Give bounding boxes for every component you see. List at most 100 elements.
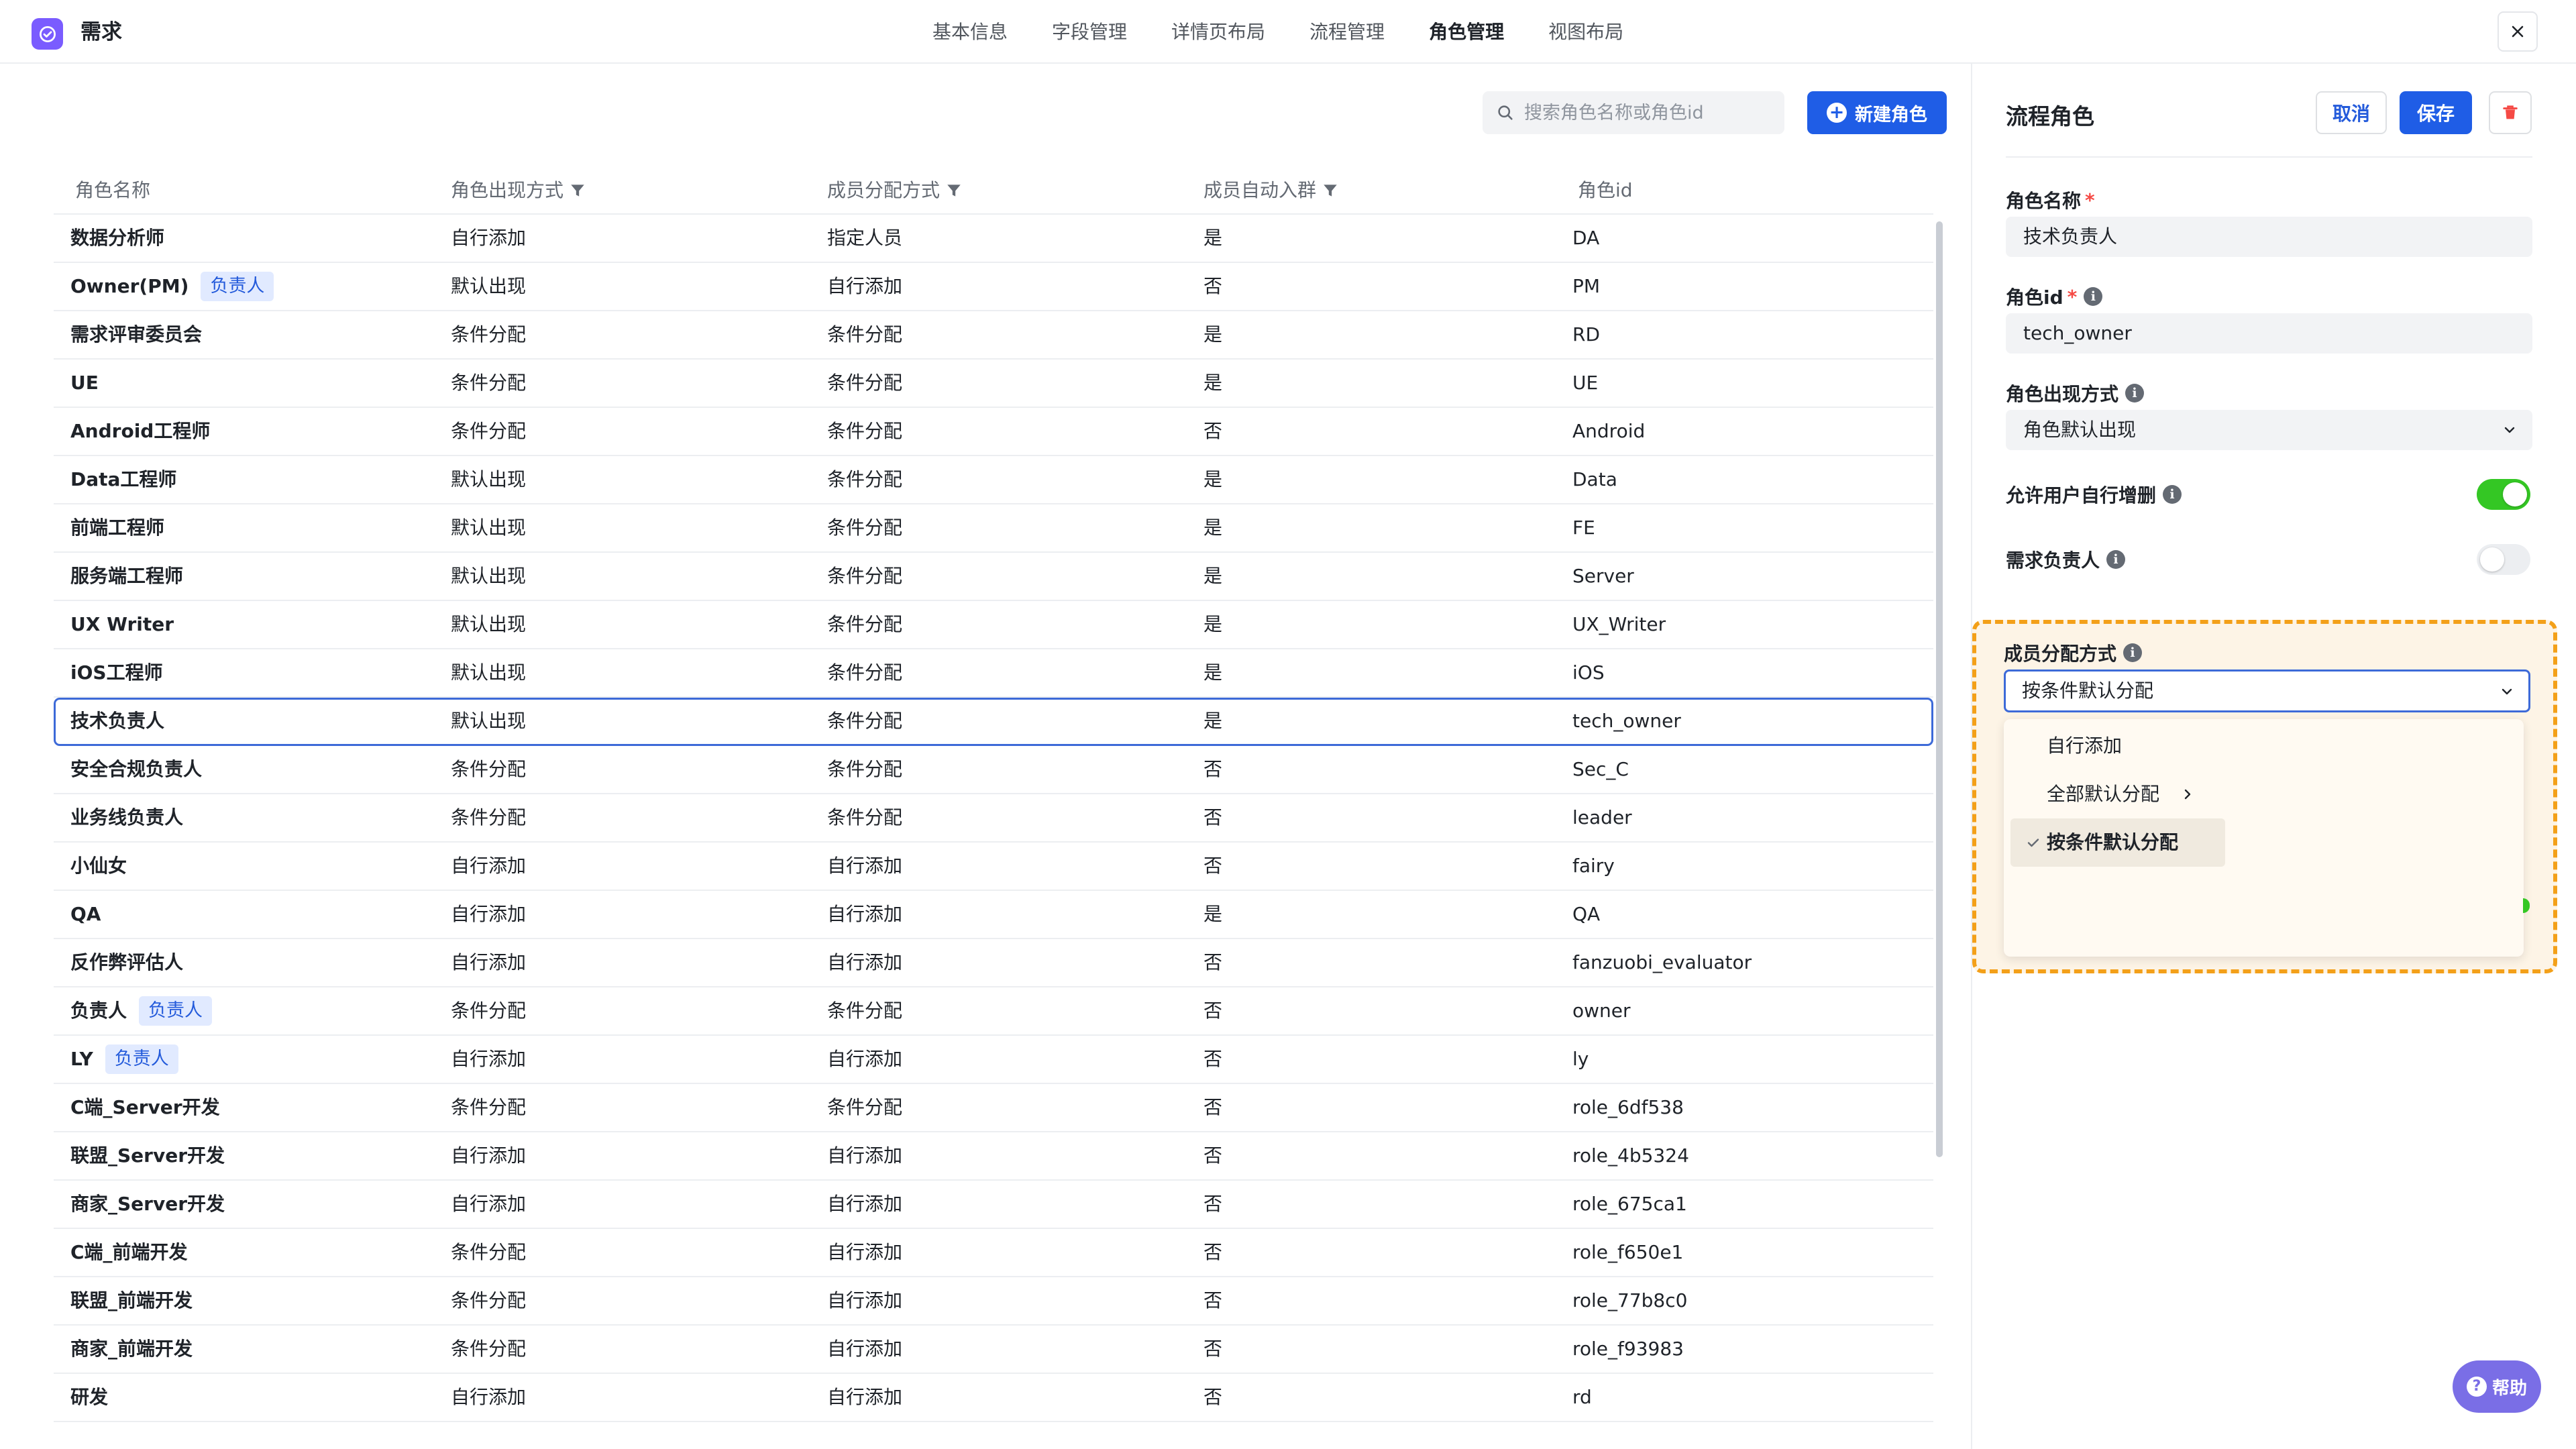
auto-join-cell: 否 (1203, 951, 1223, 973)
req-owner-toggle[interactable] (2477, 544, 2530, 575)
tab-process-management[interactable]: 流程管理 (1309, 0, 1385, 64)
role-id-field[interactable]: tech_owner (2006, 313, 2532, 354)
info-icon[interactable]: i (2084, 287, 2103, 306)
role-id-cell: iOS (1572, 661, 1605, 684)
table-body: 数据分析师 自行添加 指定人员是 DA Owner(PM) 负责人 默认出现 自行添加否 PM 需… (54, 215, 1933, 1422)
role-id-cell: fairy (1572, 855, 1615, 877)
table-row[interactable]: 反作弊评估人 自行添加 自行添加 否 fanzuobi_evaluator (54, 939, 1933, 987)
assign-cell: 自行添加 (827, 1386, 903, 1408)
appear-cell: 条件分配 (451, 758, 527, 780)
table-row[interactable]: 技术负责人 默认出现 条件分配 是 tech_owner (54, 698, 1933, 746)
allow-edit-toggle[interactable] (2477, 479, 2530, 510)
tab-role-management[interactable]: 角色管理 (1429, 0, 1504, 64)
menu-item-all-default[interactable]: 全部默认分配 (2004, 770, 2191, 818)
table-row[interactable]: 需求评审委员会 条件分配 条件分配 是 RD (54, 311, 1933, 360)
appear-cell: 自行添加 (451, 903, 527, 925)
assign-mode-select[interactable]: 按条件默认分配 (2004, 669, 2530, 712)
auto-join-cell: 否 (1203, 1193, 1223, 1215)
menu-item-conditional[interactable]: 按条件默认分配 (2010, 818, 2225, 867)
role-name-cell: 商家_前端开发 (70, 1338, 193, 1360)
auto-join-cell: 否 (1203, 420, 1223, 442)
appear-cell: 默认出现 (451, 468, 527, 490)
assign-cell: 条件分配 (827, 468, 903, 490)
table-row[interactable]: Data工程师 默认出现 条件分配 是 Data (54, 456, 1933, 504)
table-row[interactable]: 负责人 负责人 条件分配 条件分配 否 owner (54, 987, 1933, 1036)
delete-button[interactable] (2489, 91, 2532, 134)
table-row[interactable]: 前端工程师 默认出现 条件分配 是 FE (54, 504, 1933, 553)
new-role-button[interactable]: + 新建角色 (1807, 91, 1947, 134)
table-row[interactable]: 服务端工程师 默认出现 条件分配 是 Server (54, 553, 1933, 601)
assign-cell: 条件分配 (827, 613, 903, 635)
auto-join-cell: 否 (1203, 1144, 1223, 1167)
role-id-cell: owner (1572, 1000, 1631, 1022)
role-name-label: 角色名称 * (2006, 189, 2095, 213)
role-id-label: 角色id * i (2006, 283, 2103, 310)
table-row[interactable]: UE 条件分配 条件分配 是 UE (54, 360, 1933, 408)
filter-icon[interactable] (1322, 182, 1339, 199)
appear-cell: 默认出现 (451, 275, 527, 297)
app-title: 需求 (80, 20, 122, 44)
table-row[interactable]: 商家_Server开发 自行添加 自行添加 否 role_675ca1 (54, 1181, 1933, 1229)
table-row[interactable]: LY 负责人 自行添加 自行添加 否 ly (54, 1036, 1933, 1084)
table-row[interactable]: 研发 自行添加 自行添加 否 rd (54, 1374, 1933, 1422)
table-row[interactable]: C端_Server开发 条件分配 条件分配 否 role_6df538 (54, 1084, 1933, 1132)
table-row[interactable]: 小仙女 自行添加 自行添加 否 fairy (54, 843, 1933, 891)
auto-join-cell: 是 (1203, 613, 1223, 635)
role-id-cell: role_675ca1 (1572, 1193, 1687, 1215)
filter-icon[interactable] (569, 182, 586, 199)
table-row[interactable]: QA 自行添加 自行添加 是 QA (54, 891, 1933, 939)
tab-view-layout[interactable]: 视图布局 (1548, 0, 1623, 64)
role-name-cell: Owner(PM) 负责人 (70, 263, 274, 310)
table-row[interactable]: 数据分析师 自行添加 指定人员 是 DA (54, 215, 1933, 263)
role-id-cell: fanzuobi_evaluator (1572, 951, 1752, 973)
top-bar: 需求 基本信息 字段管理 详情页布局 流程管理 角色管理 视图布局 (0, 0, 2576, 64)
table-row[interactable]: 业务线负责人 条件分配 条件分配 否 leader (54, 794, 1933, 843)
filter-icon[interactable] (945, 182, 963, 199)
auto-join-cell: 是 (1203, 227, 1223, 249)
close-button[interactable] (2498, 11, 2538, 52)
role-name-cell: C端_前端开发 (70, 1241, 188, 1263)
search-box[interactable] (1483, 91, 1784, 134)
assign-mode-menu: 自行添加 全部默认分配 按条件默认分配 (2004, 719, 2524, 957)
table-row[interactable]: 安全合规负责人 条件分配 条件分配 否 Sec_C (54, 746, 1933, 794)
table-row[interactable]: 联盟_前端开发 条件分配 自行添加 否 role_77b8c0 (54, 1277, 1933, 1326)
tab-basic-info[interactable]: 基本信息 (932, 0, 1008, 64)
role-name-field[interactable]: 技术负责人 (2006, 217, 2532, 257)
assign-cell: 条件分配 (827, 565, 903, 587)
help-button[interactable]: ? 帮助 (2453, 1360, 2541, 1413)
cancel-button[interactable]: 取消 (2316, 91, 2387, 134)
role-id-cell: role_4b5324 (1572, 1144, 1689, 1167)
roles-table: 角色名称 角色出现方式 成员分配方式 成员自动入群 角色id 数据分析师 自行添加… (54, 166, 1933, 1422)
role-name-cell: 小仙女 (70, 855, 127, 877)
table-row[interactable]: 联盟_Server开发 自行添加 自行添加 否 role_4b5324 (54, 1132, 1933, 1181)
table-row[interactable]: 商家_前端开发 条件分配 自行添加 否 role_f93983 (54, 1326, 1933, 1374)
assign-cell: 自行添加 (827, 1048, 903, 1070)
info-icon[interactable]: i (2106, 550, 2126, 569)
info-icon[interactable]: i (2163, 485, 2182, 504)
table-row[interactable]: Android工程师 条件分配 条件分配 否 Android (54, 408, 1933, 456)
panel-divider (2006, 156, 2532, 158)
table-row[interactable]: C端_前端开发 条件分配 自行添加 否 role_f650e1 (54, 1229, 1933, 1277)
role-id-cell: leader (1572, 806, 1632, 828)
allow-edit-label: 允许用户自行增删 i (2006, 481, 2182, 508)
role-name-cell: 商家_Server开发 (70, 1193, 225, 1215)
tab-field-management[interactable]: 字段管理 (1052, 0, 1127, 64)
trash-icon (2503, 105, 2518, 119)
table-row[interactable]: Owner(PM) 负责人 默认出现 自行添加 否 PM (54, 263, 1933, 311)
auto-join-cell: 否 (1203, 1048, 1223, 1070)
role-name-cell: 安全合规负责人 (70, 758, 203, 780)
table-scrollbar[interactable] (1936, 221, 1943, 1157)
save-button[interactable]: 保存 (2400, 91, 2472, 134)
search-input[interactable] (1524, 102, 1779, 123)
appear-mode-select[interactable]: 角色默认出现 (2006, 410, 2532, 450)
menu-item-self-add[interactable]: 自行添加 (2004, 722, 2122, 770)
tab-detail-layout[interactable]: 详情页布局 (1171, 0, 1265, 64)
info-icon[interactable]: i (2123, 643, 2143, 662)
role-name-cell: 数据分析师 (70, 227, 165, 249)
table-row[interactable]: UX Writer 默认出现 条件分配 是 UX_Writer (54, 601, 1933, 649)
table-row[interactable]: iOS工程师 默认出现 条件分配 是 iOS (54, 649, 1933, 698)
info-icon[interactable]: i (2125, 384, 2145, 402)
assign-cell: 条件分配 (827, 323, 903, 345)
role-id-cell: tech_owner (1572, 710, 1681, 732)
role-id-cell: Sec_C (1572, 758, 1629, 780)
